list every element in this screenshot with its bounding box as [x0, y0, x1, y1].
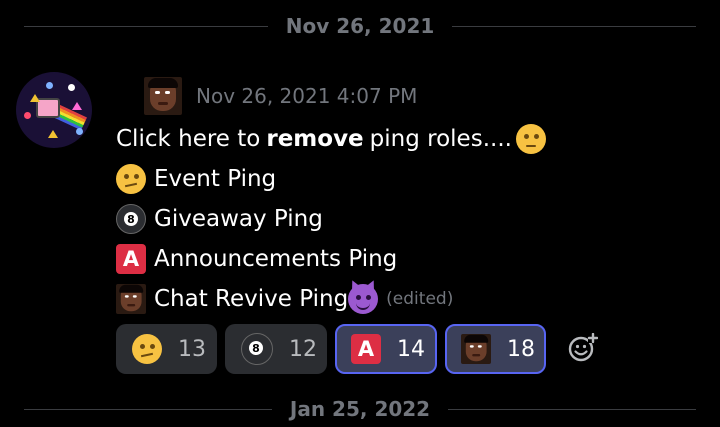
avatar-triangle: [72, 102, 82, 110]
divider-line: [24, 408, 272, 410]
role-label: Announcements Ping: [154, 246, 398, 272]
role-label: Chat Revive Ping: [154, 286, 349, 312]
letter-a-button-icon: A: [351, 334, 381, 364]
eight-ball-glyph: 8: [249, 341, 263, 355]
divider-line: [452, 25, 697, 27]
intro-text-suffix: ping roles....: [369, 126, 512, 152]
avatar-triangle: [30, 94, 40, 102]
reaction-eight-ball[interactable]: 8 12: [225, 324, 327, 374]
eight-ball-glyph: 8: [124, 212, 138, 226]
date-divider-bottom: Jan 25, 2022: [24, 397, 697, 421]
intro-bold-text: remove: [266, 126, 364, 152]
raised-eyebrow-face-icon: [116, 164, 146, 194]
role-line-chat-revive: Chat Revive Ping (edited): [116, 278, 453, 314]
author-emoji-image: [144, 77, 182, 115]
date-divider-top: Nov 26, 2021: [24, 14, 697, 38]
raised-eyebrow-face-icon: [132, 334, 162, 364]
avatar-dot: [24, 112, 31, 119]
add-reaction-icon[interactable]: [568, 332, 599, 363]
message-timestamp[interactable]: Nov 26, 2021 4:07 PM: [196, 84, 417, 108]
role-line-announcements: A Announcements Ping: [116, 244, 397, 274]
avatar-dot: [76, 128, 83, 135]
reaction-count: 18: [507, 336, 535, 362]
custom-face-icon: [461, 334, 491, 364]
date-label: Jan 25, 2022: [289, 397, 431, 421]
reaction-count: 14: [397, 336, 425, 362]
reaction-letter-a[interactable]: A 14: [335, 324, 437, 374]
message-line-intro: Click here to remove ping roles....: [116, 124, 546, 154]
pensive-face-icon: [515, 124, 546, 154]
smiling-devil-icon: [348, 278, 379, 314]
edited-label[interactable]: (edited): [386, 289, 453, 309]
avatar-triangle: [48, 130, 58, 138]
reaction-bar: 13 8 12 A 14 18: [116, 324, 546, 374]
role-line-event: Event Ping: [116, 164, 276, 194]
intro-text: Click here to: [116, 126, 261, 152]
divider-line: [448, 408, 697, 410]
avatar-dot: [46, 82, 53, 89]
role-line-giveaway: 8 Giveaway Ping: [116, 204, 323, 234]
role-label: Giveaway Ping: [154, 206, 323, 232]
letter-a-button-icon: A: [116, 244, 146, 274]
user-avatar[interactable]: [16, 72, 92, 148]
divider-line: [24, 25, 268, 27]
reaction-custom-face[interactable]: 18: [445, 324, 546, 374]
reaction-count: 12: [289, 336, 317, 362]
reaction-raised-eyebrow[interactable]: 13: [116, 324, 217, 374]
eight-ball-icon: 8: [241, 333, 273, 365]
avatar-dot: [68, 84, 75, 91]
custom-face-icon: [116, 284, 146, 314]
role-label: Event Ping: [154, 166, 277, 192]
reaction-count: 13: [178, 336, 206, 362]
eight-ball-icon: 8: [116, 204, 146, 234]
date-label: Nov 26, 2021: [285, 14, 435, 38]
